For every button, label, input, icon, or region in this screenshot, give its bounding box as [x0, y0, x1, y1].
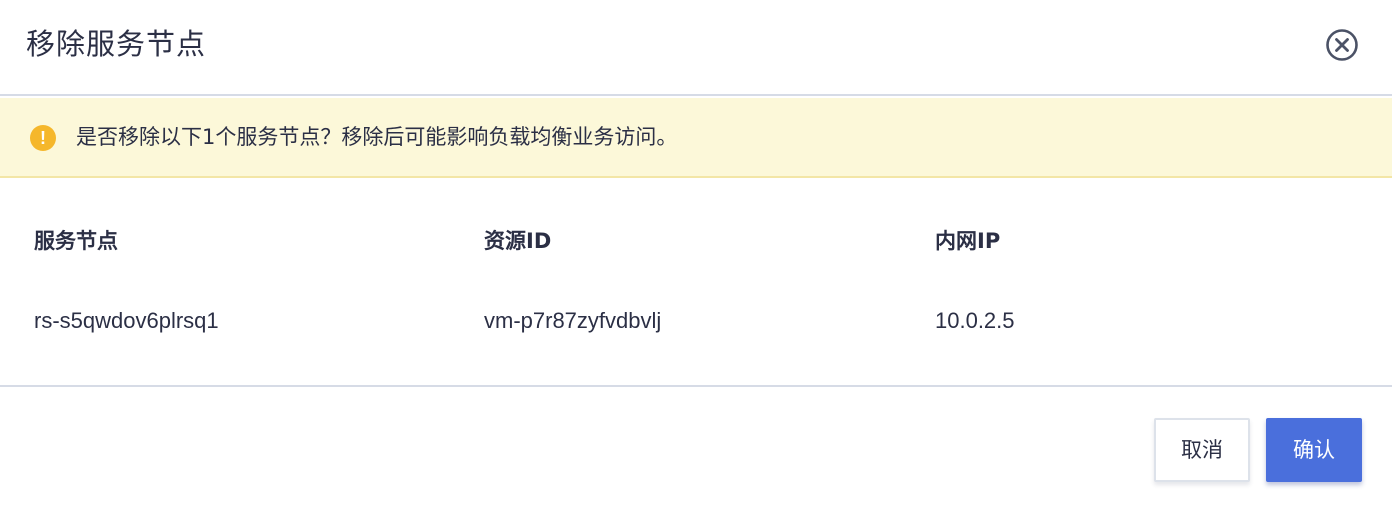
column-header-private-ip: 内网IP: [935, 229, 1001, 253]
cell-service-node: rs-s5qwdov6plrsq1: [34, 308, 219, 333]
cell-private-ip: 10.0.2.5: [935, 308, 1015, 333]
close-circle-icon: [1326, 29, 1358, 61]
confirm-button[interactable]: 确认: [1266, 418, 1362, 482]
warning-text: 是否移除以下1个服务节点？移除后可能影响负载均衡业务访问。: [76, 125, 678, 149]
dialog-title: 移除服务节点: [26, 27, 207, 61]
footer-divider: [0, 385, 1392, 387]
cell-resource-id: vm-p7r87zyfvdbvlj: [484, 308, 662, 333]
cancel-button[interactable]: 取消: [1154, 418, 1250, 482]
exclamation-icon: !: [30, 125, 56, 151]
close-button[interactable]: [1325, 28, 1359, 62]
remove-node-dialog: 移除服务节点 ! 是否移除以下1个服务节点？移除后可能影响负载均衡业务访问。 服…: [0, 0, 1392, 510]
column-header-service-node: 服务节点: [34, 229, 118, 253]
column-header-resource-id: 资源ID: [484, 229, 552, 253]
dialog-header: 移除服务节点: [0, 0, 1392, 96]
warning-banner: ! 是否移除以下1个服务节点？移除后可能影响负载均衡业务访问。: [0, 98, 1392, 178]
node-table: 服务节点 资源ID 内网IP rs-s5qwdov6plrsq1 vm-p7r8…: [0, 178, 1392, 386]
